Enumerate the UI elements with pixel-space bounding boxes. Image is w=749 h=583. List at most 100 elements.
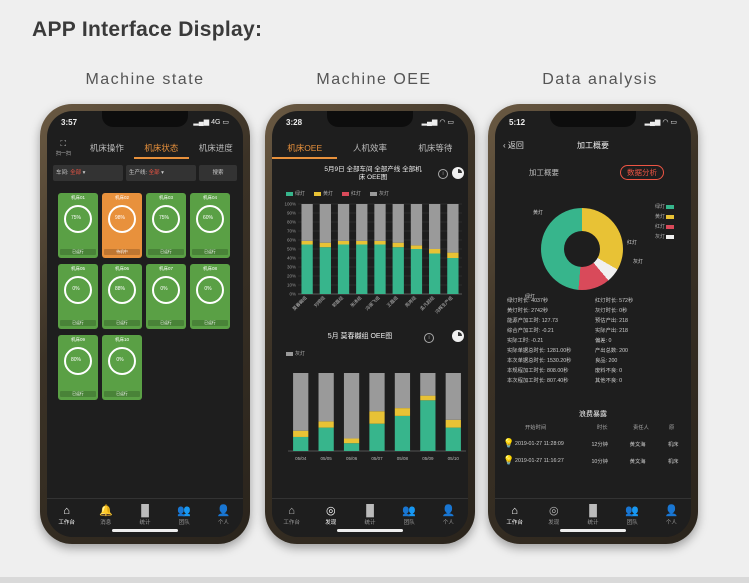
- tab-efficiency[interactable]: 人机效率: [337, 137, 402, 159]
- machine-value: 0%: [204, 286, 212, 292]
- bar-segment: [318, 373, 334, 422]
- bar-segment: [369, 373, 385, 412]
- compass-icon: ◎: [549, 505, 559, 517]
- bar-segment: [301, 240, 313, 245]
- machine-name: 机床09: [70, 337, 85, 342]
- caption-data-analysis: Data analysis: [542, 71, 658, 88]
- stat-item: 本次单据总时长: 1530.20秒: [507, 358, 572, 364]
- tab-waiting[interactable]: 机床等待: [403, 137, 468, 159]
- stat-item: 本次程加工时长: 807.40秒: [507, 378, 569, 384]
- nav-item-person[interactable]: 👤 个人: [204, 499, 243, 537]
- team-icon: 👥: [402, 505, 417, 517]
- machine-card[interactable]: 机床07 0% 已运行: [146, 264, 186, 329]
- machine-card[interactable]: 机床08 0% 已运行: [190, 264, 230, 329]
- nav-item-person[interactable]: 👤 个人: [652, 499, 691, 537]
- info-icon[interactable]: i: [438, 169, 448, 179]
- machine-card[interactable]: 机床06 88% 已运行: [102, 264, 142, 329]
- bar-segment: [356, 240, 368, 245]
- legend-item: 灰灯: [370, 190, 389, 197]
- legend-gray-label: 灰灯: [655, 234, 666, 240]
- tab-machine-progress[interactable]: 机床进度: [189, 137, 243, 159]
- line-select[interactable]: 生产线: 全部 ▾: [126, 165, 196, 181]
- y-tick-label: 100%: [284, 202, 296, 207]
- table-row[interactable]: 💡 2019-01-27 11:16:27 10分钟 黄文海 机床: [503, 455, 687, 466]
- notch: [102, 111, 188, 127]
- bar-segment: [374, 244, 386, 294]
- table-row[interactable]: 💡 2019-01-27 11:28:09 12分钟 黄文海 机床: [503, 438, 687, 449]
- legend-swatch: [314, 191, 322, 196]
- stat-item: 良品: 200: [595, 358, 618, 364]
- legend-green-label: 绿灯: [655, 204, 666, 210]
- pie-label-gray: 灰灯: [633, 259, 644, 265]
- tab-machine-state[interactable]: 机床状态: [134, 137, 189, 159]
- bar-segment: [293, 436, 309, 451]
- bar-segment: [420, 400, 436, 451]
- x-tick-label: 05/04: [295, 456, 307, 461]
- x-tick-label: 孟凡超组: [418, 294, 436, 312]
- legend-item: 红灯: [342, 190, 361, 197]
- nav-item-home[interactable]: ⌂ 工作台: [495, 499, 534, 537]
- machine-card[interactable]: 机床04 60% 已运行: [190, 193, 230, 258]
- pie-label-yellow: 黄灯: [533, 210, 544, 216]
- scan-button[interactable]: ⛶ 扫一扫: [47, 137, 80, 159]
- row-duration: 12分钟: [591, 441, 608, 448]
- home-indicator: [112, 529, 178, 532]
- light-donut-chart: [541, 208, 623, 290]
- machine-value: 0%: [160, 286, 168, 292]
- legend-swatch: [286, 351, 293, 356]
- bar-segment: [318, 421, 334, 428]
- page-title: 加工概要: [577, 141, 609, 150]
- nav-label: 团队: [626, 520, 638, 526]
- stat-item: 绿灯时长: 4037秒: [507, 298, 549, 304]
- y-tick-label: 30%: [287, 265, 296, 270]
- legend-yellow: 黄灯: [655, 213, 676, 220]
- nav-label: 个人: [665, 520, 677, 526]
- home-icon: ⌂: [63, 505, 70, 517]
- nav-item-home[interactable]: ⌂ 工作台: [47, 499, 86, 537]
- nav-label: 统计: [139, 520, 151, 526]
- nav-item-home[interactable]: ⌂ 工作台: [272, 499, 311, 537]
- nav-item-person[interactable]: 👤 个人: [429, 499, 468, 537]
- team-icon: 👥: [625, 505, 640, 517]
- machine-card[interactable]: 机床03 75% 已运行: [146, 193, 186, 258]
- search-button[interactable]: 搜索: [199, 165, 237, 181]
- y-tick-label: 0%: [289, 292, 296, 297]
- row-start: 2019-01-27 11:28:09: [515, 440, 564, 447]
- machine-card[interactable]: 机床05 0% 已运行: [58, 264, 98, 329]
- bar-chart-icon: ▐▌: [362, 505, 378, 517]
- tab-machine-operation[interactable]: 机床操作: [80, 137, 134, 159]
- machine-card[interactable]: 机床02 98% 待机中: [102, 193, 142, 258]
- legend-label: 灰灯: [295, 351, 306, 357]
- bar-segment: [429, 253, 441, 294]
- bar-segment: [343, 373, 360, 439]
- tab-data-analysis[interactable]: 数据分析: [593, 163, 691, 183]
- stat-item: 废料不良: 0: [595, 368, 623, 374]
- row-reason: 机床: [667, 458, 679, 465]
- stat-item: 实际产出: 218: [595, 328, 628, 334]
- info-icon[interactable]: i: [424, 333, 434, 343]
- workshop-select[interactable]: 车间: 全部 ▾: [53, 165, 123, 181]
- legend-gray: 灰灯: [655, 233, 676, 240]
- tab-machine-oee[interactable]: 机床OEE: [272, 137, 338, 159]
- stat-item: 其他不良: 0: [595, 378, 623, 384]
- machine-card[interactable]: 机床01 75% 已运行: [58, 193, 98, 258]
- legend-item: 黄灯: [314, 190, 333, 197]
- notch: [327, 111, 413, 127]
- team-icon: 👥: [177, 505, 192, 517]
- stat-item: 实际工时: -0.21: [507, 338, 544, 344]
- bar-segment: [374, 240, 386, 245]
- y-tick-label: 60%: [287, 238, 296, 243]
- machine-status: 已运行: [60, 391, 96, 397]
- signal-icon: ▂▄▆ 4G ▭: [193, 119, 229, 126]
- scan-icon: ⛶: [60, 139, 67, 148]
- home-indicator: [560, 529, 626, 532]
- machine-card[interactable]: 机床10 0% 已运行: [102, 335, 142, 400]
- x-tick-label: 05/05: [321, 456, 333, 461]
- bar-segment: [394, 415, 411, 451]
- machine-card[interactable]: 机床09 80% 已运行: [58, 335, 98, 400]
- status-time: 3:28: [286, 118, 303, 127]
- tab-summary[interactable]: 加工概要: [495, 163, 593, 183]
- pie-view-button[interactable]: [452, 167, 464, 179]
- bar-segment: [394, 373, 411, 409]
- pie-view-button[interactable]: [452, 330, 464, 342]
